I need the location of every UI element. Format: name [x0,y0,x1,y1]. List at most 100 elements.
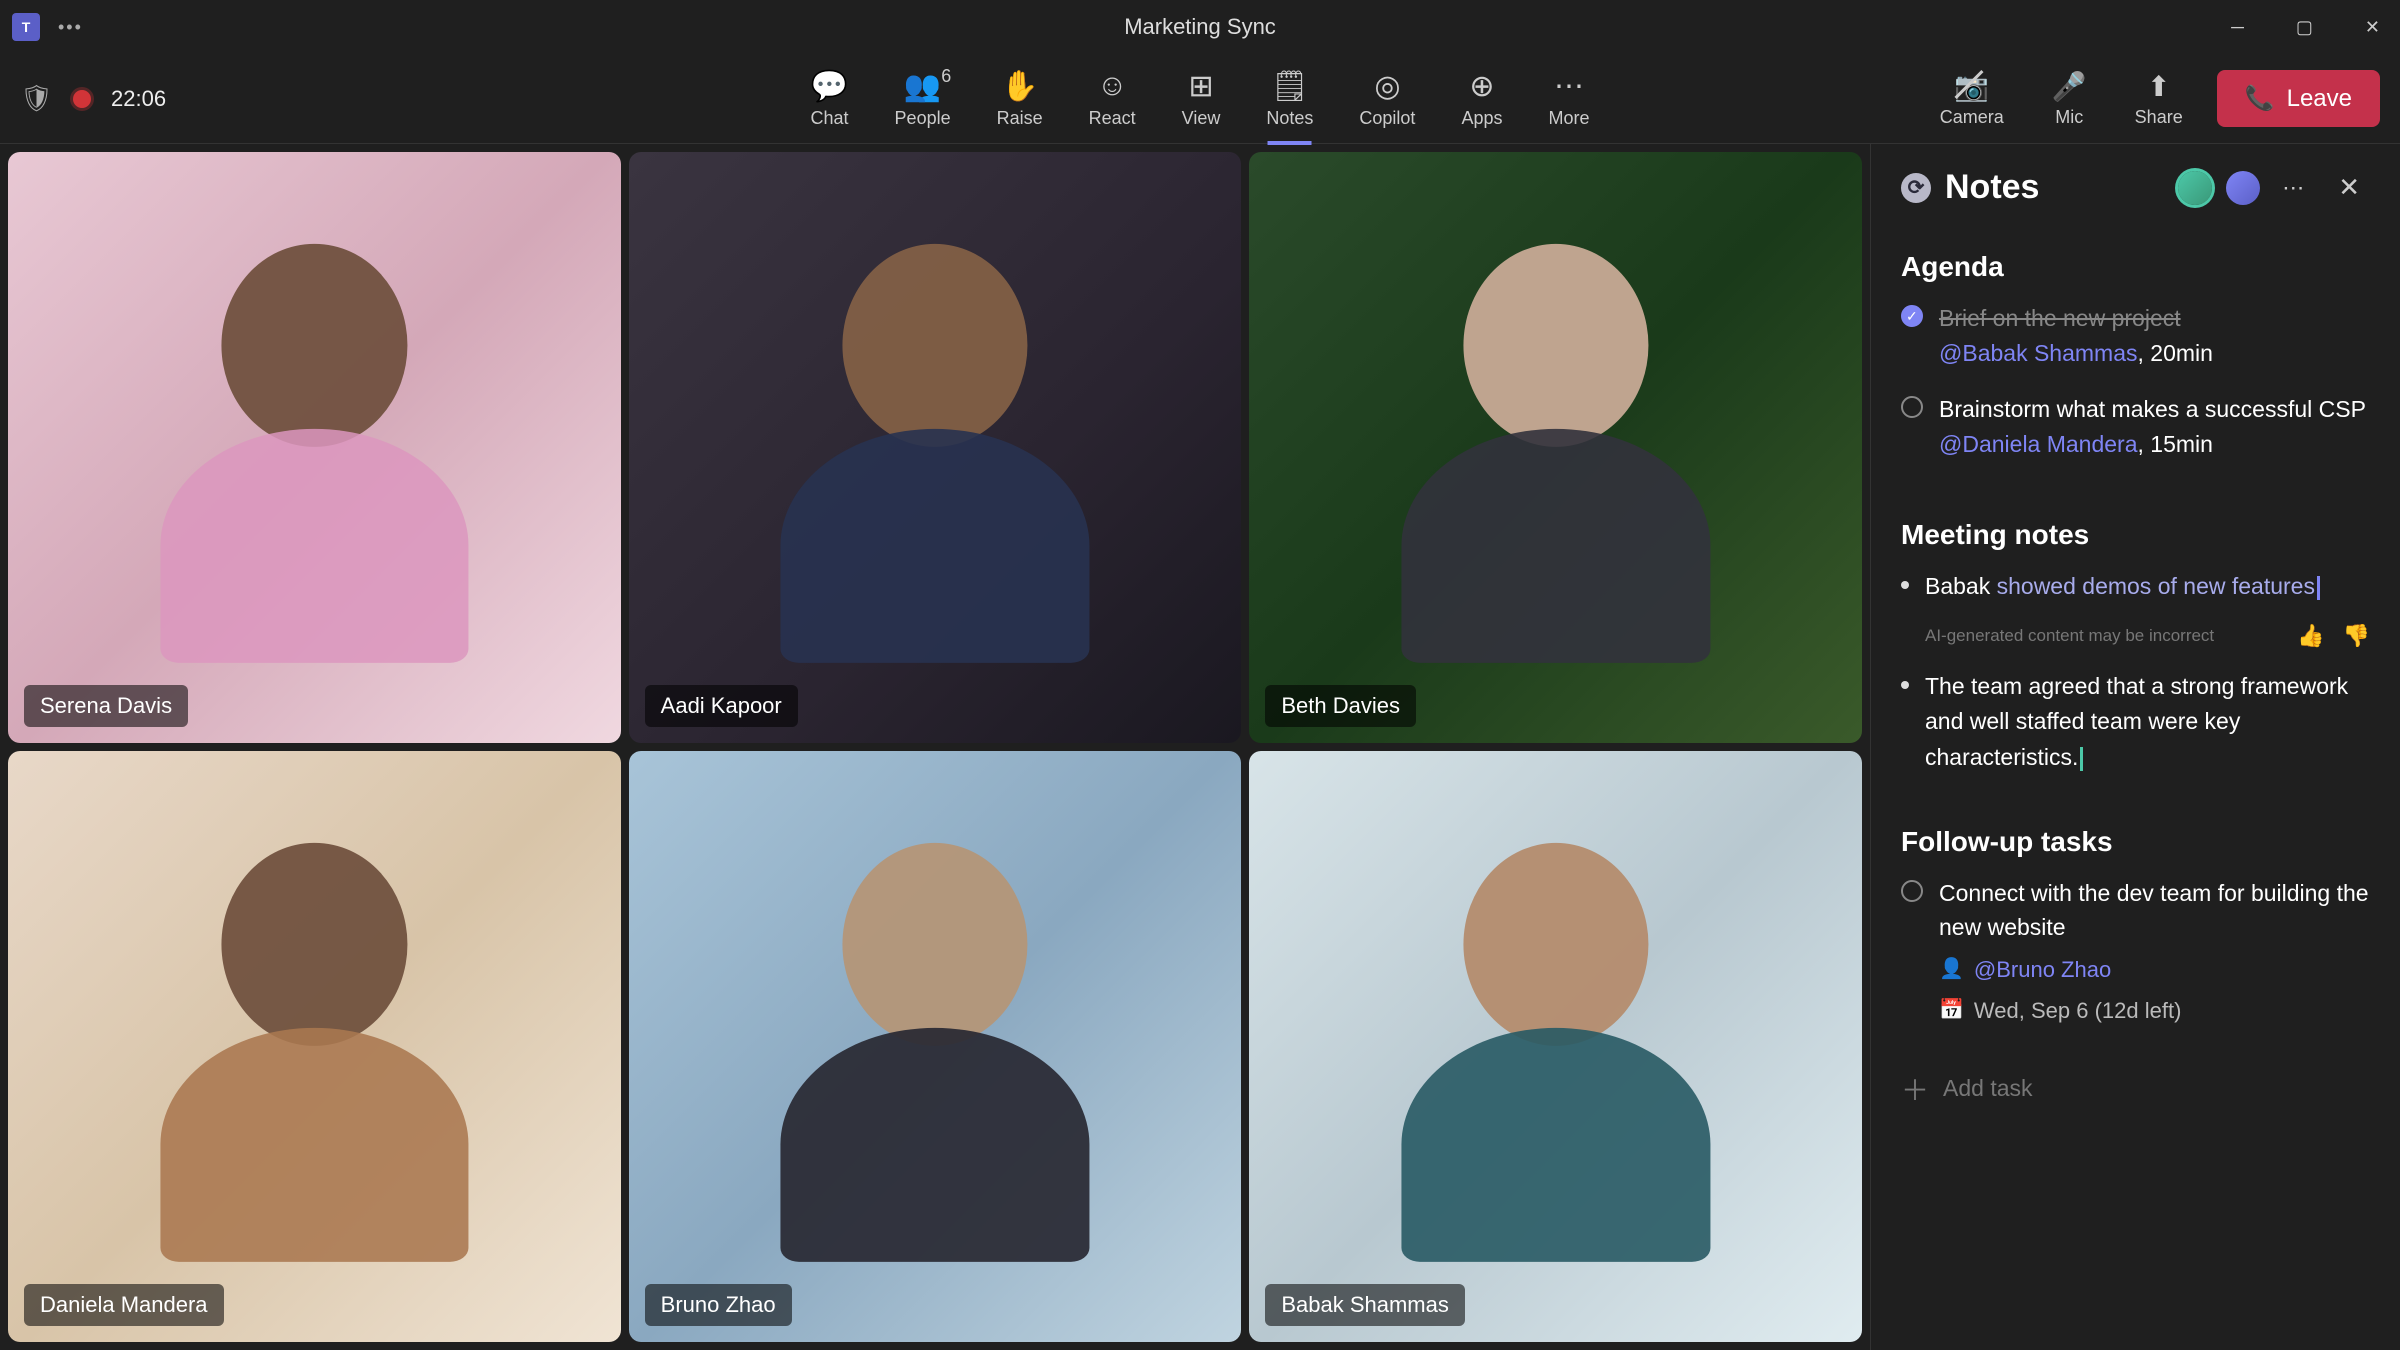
maximize-button[interactable]: ▢ [2288,13,2321,42]
camera-off-icon: 📷 [1954,69,1989,103]
notes-icon: 🗒 [1271,68,1309,104]
view-label: View [1182,108,1221,129]
task-item[interactable]: Connect with the dev team for building t… [1901,876,2370,1027]
mention-link[interactable]: @Babak Shammas [1939,340,2138,366]
presence-avatar-icon[interactable] [2178,171,2212,205]
minimize-button[interactable]: ─ [2223,13,2252,42]
shield-icon[interactable]: 🛡 [20,83,53,114]
agenda-item-title: Brief on the new project [1939,301,2213,336]
plus-icon: ＋ [1901,1069,1929,1109]
thumbs-down-icon[interactable]: 👎 [2343,623,2370,649]
participant-name-tag: Aadi Kapoor [645,685,798,727]
camera-label: Camera [1940,107,2004,128]
participant-tile[interactable]: Serena Davis [8,152,621,743]
mention-link[interactable]: @Daniela Mandera [1939,431,2138,457]
people-button[interactable]: 👥6 People [877,62,969,135]
participant-name-tag: Beth Davies [1265,685,1416,727]
tasks-heading: Follow-up tasks [1901,826,2370,858]
participant-name-tag: Bruno Zhao [645,1284,792,1326]
hangup-icon: 📞 [2245,84,2275,113]
participant-video-placeholder [94,217,535,725]
notes-close-icon[interactable]: ✕ [2328,168,2370,207]
task-checkbox[interactable] [1901,880,1923,902]
calendar-icon: 📅 [1939,995,1964,1025]
react-button[interactable]: ☺ React [1071,62,1154,135]
participant-name-tag: Serena Davis [24,685,188,727]
participant-video-placeholder [1335,816,1776,1324]
chat-label: Chat [811,108,849,129]
apps-label: Apps [1461,108,1502,129]
add-task-label: Add task [1943,1075,2033,1102]
titlebar-more-icon[interactable]: ••• [58,17,83,38]
meeting-timer: 22:06 [111,86,166,112]
close-window-button[interactable]: ✕ [2357,13,2388,42]
participant-tile[interactable]: Aadi Kapoor [629,152,1242,743]
agenda-item[interactable]: Brainstorm what makes a successful CSP @… [1901,392,2370,461]
share-label: Share [2135,107,2183,128]
notes-button[interactable]: 🗒 Notes [1248,62,1331,135]
recording-indicator-icon [73,90,91,108]
apps-button[interactable]: ⊕ Apps [1443,62,1520,135]
agenda-checkbox[interactable] [1901,396,1923,418]
titlebar: T ••• Marketing Sync ─ ▢ ✕ [0,0,2400,54]
participant-name-tag: Babak Shammas [1265,1284,1465,1326]
meeting-note-item[interactable]: Babak showed demos of new features [1901,569,2370,605]
raise-hand-button[interactable]: ✋ Raise [979,62,1061,135]
meeting-toolbar: 🛡 22:06 💬 Chat 👥6 People ✋ Raise ☺ React… [0,54,2400,144]
raise-label: Raise [997,108,1043,129]
copilot-avatar-icon[interactable] [2226,171,2260,205]
video-grid: Serena Davis Aadi Kapoor Beth Davies Dan… [0,144,1870,1350]
participant-name-tag: Daniela Mandera [24,1284,224,1326]
agenda-duration: , 15min [2138,431,2213,457]
chat-icon: 💬 [811,68,848,104]
bullet-icon [1901,681,1909,689]
participant-video-placeholder [714,217,1155,725]
react-label: React [1089,108,1136,129]
participant-tile[interactable]: Daniela Mandera [8,751,621,1342]
mention-link[interactable]: @Bruno Zhao [1974,953,2111,986]
people-label: People [895,108,951,129]
chat-button[interactable]: 💬 Chat [793,62,867,135]
notes-panel: ⟳ Notes ⋯ ✕ Agenda Brief on the new proj… [1870,144,2400,1350]
agenda-heading: Agenda [1901,251,2370,283]
participant-tile[interactable]: Bruno Zhao [629,751,1242,1342]
participant-tile[interactable]: Beth Davies [1249,152,1862,743]
agenda-checkbox[interactable] [1901,305,1923,327]
view-icon: ⊞ [1188,68,1213,104]
more-icon: ⋯ [1554,68,1584,104]
mic-toggle-button[interactable]: 🎤 Mic [2038,63,2101,134]
participant-video-placeholder [714,816,1155,1324]
thumbs-up-icon[interactable]: 👍 [2297,623,2324,649]
ai-disclaimer-text: AI-generated content may be incorrect [1925,626,2214,646]
meeting-note-item[interactable]: The team agreed that a strong framework … [1901,669,2370,776]
meeting-notes-heading: Meeting notes [1901,519,2370,551]
copilot-button[interactable]: ◎ Copilot [1341,62,1433,135]
view-button[interactable]: ⊞ View [1164,62,1239,135]
meeting-title: Marketing Sync [1124,14,1276,40]
leave-label: Leave [2287,85,2352,113]
mic-label: Mic [2055,107,2083,128]
assignee-icon: 👤 [1939,954,1964,984]
notes-panel-title: Notes [1945,168,2164,207]
share-button[interactable]: ⬆ Share [2121,63,2197,134]
more-button[interactable]: ⋯ More [1530,62,1607,135]
notes-label: Notes [1266,108,1313,129]
agenda-item-title: Brainstorm what makes a successful CSP [1939,392,2366,427]
notes-more-icon[interactable]: ⋯ [2274,171,2314,205]
note-text: The team agreed that a strong framework … [1925,673,2348,770]
task-due-date: Wed, Sep 6 (12d left) [1974,994,2182,1027]
bullet-icon [1901,581,1909,589]
more-label: More [1548,108,1589,129]
people-icon: 👥6 [904,68,941,104]
ai-generated-text: showed demos of new features [1997,573,2315,599]
copilot-icon: ◎ [1374,68,1400,104]
task-title: Connect with the dev team for building t… [1939,876,2370,945]
share-icon: ⬆ [2147,69,2170,103]
add-task-button[interactable]: ＋ Add task [1901,1069,2370,1109]
agenda-item[interactable]: Brief on the new project @Babak Shammas,… [1901,301,2370,370]
raise-hand-icon: ✋ [1001,68,1038,104]
leave-button[interactable]: 📞 Leave [2217,70,2380,127]
copilot-label: Copilot [1359,108,1415,129]
camera-toggle-button[interactable]: 📷 Camera [1926,63,2018,134]
participant-tile[interactable]: Babak Shammas [1249,751,1862,1342]
